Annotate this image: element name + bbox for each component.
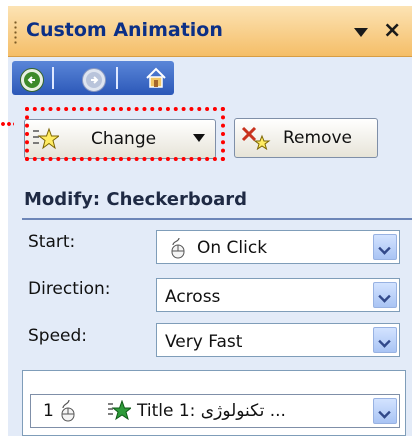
- direction-label: Direction:: [28, 279, 111, 299]
- speed-label: Speed:: [28, 326, 88, 346]
- remove-effect-icon: [241, 126, 271, 150]
- chevron-down-icon[interactable]: [373, 282, 397, 308]
- chevron-down-icon[interactable]: [373, 327, 397, 353]
- mouse-icon: [61, 399, 75, 422]
- chevron-down-icon[interactable]: [373, 398, 397, 424]
- direction-select[interactable]: Across: [156, 278, 400, 312]
- navigation-bar: [12, 61, 174, 95]
- grip-handle[interactable]: [14, 20, 17, 46]
- list-item[interactable]: 1 Title 1: تکنولوژی ...: [30, 394, 400, 428]
- entrance-effect-icon: [108, 400, 131, 421]
- speed-select[interactable]: Very Fast: [156, 323, 400, 357]
- speed-value: Very Fast: [165, 332, 243, 352]
- start-select[interactable]: On Click: [156, 230, 400, 264]
- remove-button[interactable]: Remove: [234, 118, 378, 158]
- chevron-down-icon[interactable]: [373, 234, 397, 260]
- close-icon[interactable]: ×: [383, 18, 401, 43]
- nav-separator: [116, 67, 118, 89]
- effect-order: 1: [43, 401, 54, 421]
- change-highlight: [25, 107, 225, 161]
- pane-titlebar: Custom Animation ×: [8, 6, 412, 57]
- start-value: On Click: [197, 238, 268, 258]
- dropdown-arrow-icon[interactable]: [354, 28, 368, 37]
- section-divider: [22, 218, 412, 220]
- pane-title: Custom Animation: [26, 19, 223, 41]
- custom-animation-pane: Custom Animation × Change Remove Modify:…: [8, 6, 412, 436]
- nav-separator: [52, 67, 54, 89]
- modify-heading: Modify: Checkerboard: [24, 189, 247, 210]
- start-label: Start:: [28, 232, 76, 252]
- back-arrow-icon[interactable]: [20, 68, 44, 92]
- forward-arrow-icon[interactable]: [82, 68, 106, 92]
- mouse-icon: [171, 237, 185, 259]
- home-icon[interactable]: [144, 66, 168, 90]
- effect-text: Title 1: تکنولوژی ...: [137, 401, 286, 421]
- remove-button-label: Remove: [283, 128, 352, 148]
- direction-value: Across: [165, 287, 221, 307]
- callout-leader: [0, 122, 14, 126]
